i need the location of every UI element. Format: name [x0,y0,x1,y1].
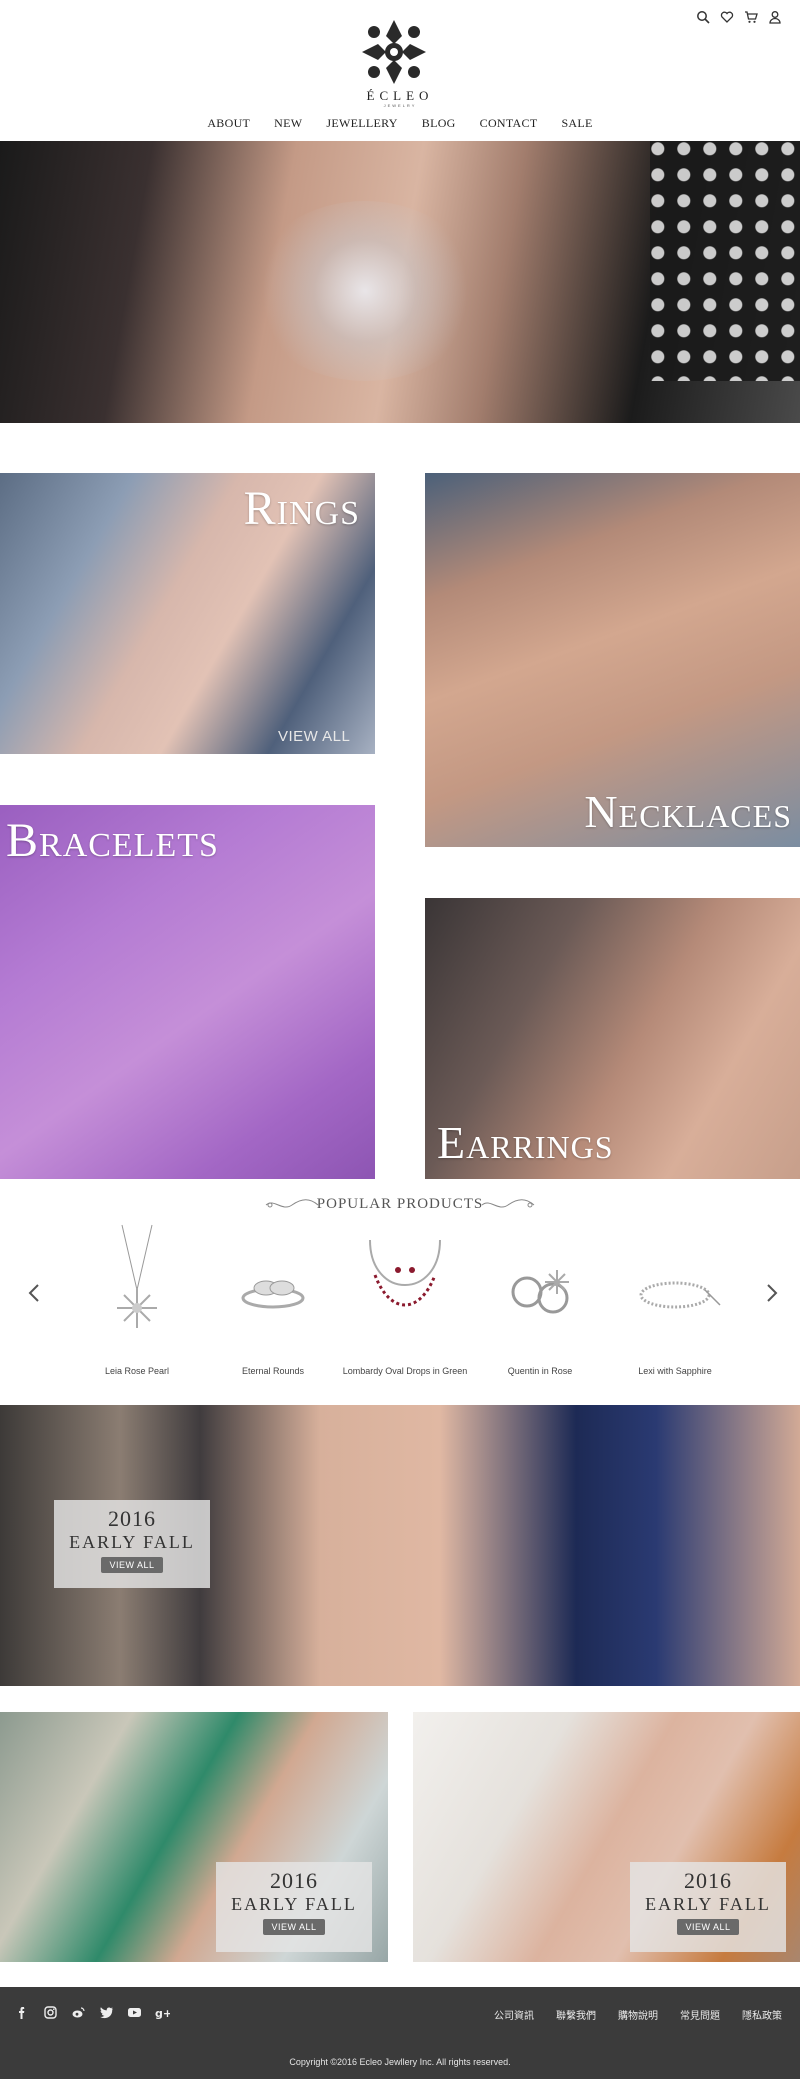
hero-jewelry-highlight [250,201,480,381]
google-plus-icon[interactable]: g+ [155,2005,172,2020]
carousel-prev-button[interactable] [28,1280,40,1310]
promo-banner-left[interactable]: 2016 EARLY FALL VIEW ALL [0,1712,388,1962]
promo-season: EARLY FALL [231,1894,357,1914]
category-title-bracelets: Bracelets [6,814,219,867]
popular-products-title: POPULAR PRODUCTS [316,1196,484,1212]
product-card[interactable] [218,1220,328,1345]
category-tile-earrings[interactable]: Earrings [425,898,800,1179]
heart-icon[interactable] [720,10,734,24]
nav-jewellery[interactable]: JEWELLERY [323,116,400,131]
footer-link-company-info[interactable]: 公司資訊 [494,2007,534,2022]
hero-sequin-fabric [650,141,800,381]
product-image-ring-star [511,1270,569,1314]
search-icon[interactable] [696,10,710,24]
hero-banner-image[interactable] [0,141,800,423]
footer-link-contact-us[interactable]: 聯繫我們 [556,2007,596,2022]
category-title-earrings: Earrings [437,1117,614,1168]
promo-year: 2016 [684,1868,732,1893]
promo-box-left: 2016 EARLY FALL VIEW ALL [216,1862,372,1952]
carousel-next-button[interactable] [766,1280,778,1310]
promo-view-all-button[interactable]: VIEW ALL [101,1557,163,1573]
brand-logo-ornament[interactable] [358,16,430,88]
footer-link-faq[interactable]: 常見問題 [680,2007,720,2022]
category-tile-necklaces[interactable]: Necklaces [425,473,800,847]
promo-banner-right[interactable]: 2016 EARLY FALL VIEW ALL [413,1712,800,1962]
user-icon[interactable] [768,10,782,24]
chevron-right-icon [767,1284,778,1302]
promo-season: EARLY FALL [645,1894,771,1914]
promo-box-right: 2016 EARLY FALL VIEW ALL [630,1862,786,1952]
rings-view-all-link[interactable]: VIEW ALL [278,728,350,745]
promo-season: EARLY FALL [69,1532,195,1552]
product-card[interactable] [620,1220,730,1345]
product-image-ring-bow [241,1280,305,1309]
facebook-icon[interactable] [15,2005,30,2020]
product-card[interactable] [485,1220,595,1345]
promo-box-main: 2016 EARLY FALL VIEW ALL [54,1500,210,1588]
category-tile-rings[interactable]: Rings VIEW ALL [0,473,375,754]
header-icon-bar [696,10,782,24]
chevron-left-icon [28,1284,39,1302]
category-tile-bracelets[interactable]: Bracelets [0,805,375,1179]
nav-new[interactable]: NEW [271,116,305,131]
footer-link-privacy[interactable]: 隱私政策 [742,2007,782,2022]
nav-blog[interactable]: BLOG [419,116,459,131]
promo-year: 2016 [270,1868,318,1893]
flourish-right-icon [481,1199,535,1208]
product-card[interactable] [82,1220,192,1345]
promo-view-all-button[interactable]: VIEW ALL [677,1919,739,1935]
cart-icon[interactable] [744,10,758,24]
nav-sale[interactable]: SALE [558,116,595,131]
product-image-pendant [117,1224,157,1328]
product-name[interactable]: Lexi with Sapphire [595,1366,755,1376]
promo-view-all-button[interactable]: VIEW ALL [263,1919,325,1935]
promo-banner-main[interactable]: 2016 EARLY FALL VIEW ALL [0,1405,800,1686]
main-nav: ABOUT NEW JEWELLERY BLOG CONTACT SALE [0,116,800,131]
copyright-text: Copyright ©2016 Ecleo Jewllery Inc. All … [289,2057,511,2067]
brand-name: ÉCLEO [366,88,434,103]
product-image-necklace-set [369,1239,441,1307]
category-title-rings: Rings [243,482,360,535]
svg-text:g+: g+ [155,2007,170,2020]
footer-link-shopping-guide[interactable]: 購物說明 [618,2007,658,2022]
product-card[interactable] [350,1220,460,1345]
category-title-necklaces: Necklaces [584,786,792,837]
twitter-icon[interactable] [99,2005,114,2020]
youtube-icon[interactable] [127,2005,142,2020]
social-links: g+ [15,2005,172,2020]
product-image-bracelet [639,1281,721,1309]
site-footer: g+ 公司資訊 聯繫我們 購物說明 常見問題 隱私政策 Copyright ©2… [0,1987,800,2079]
weibo-icon[interactable] [71,2005,86,2020]
promo-year: 2016 [108,1506,156,1531]
footer-links: 公司資訊 聯繫我們 購物說明 常見問題 隱私政策 [494,2007,782,2022]
nav-contact[interactable]: CONTACT [477,116,541,131]
site-header: ÉCLEO JEWELRY ABOUT NEW JEWELLERY BLOG C… [0,0,800,141]
brand-subtitle: JEWELRY [383,103,417,108]
instagram-icon[interactable] [43,2005,58,2020]
nav-about[interactable]: ABOUT [204,116,253,131]
